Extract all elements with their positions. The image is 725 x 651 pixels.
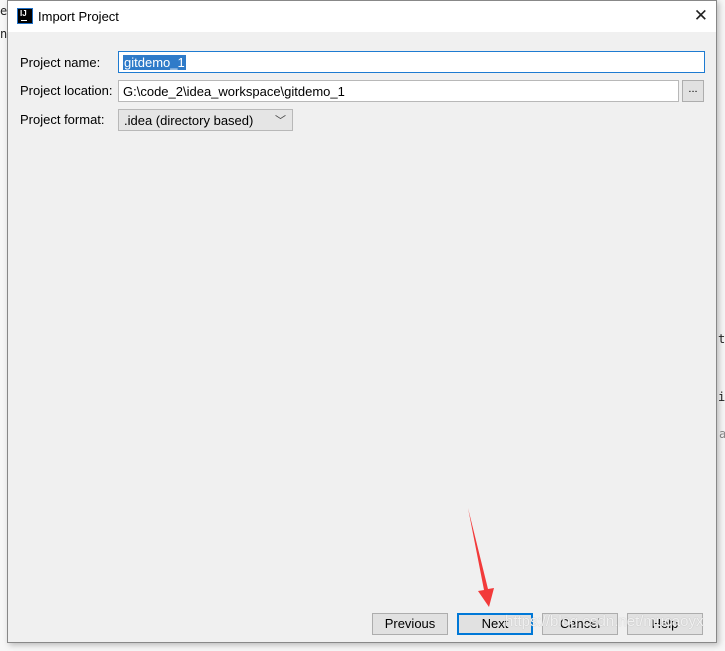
- project-name-value: gitdemo_1: [123, 55, 186, 70]
- dialog-title: Import Project: [38, 9, 119, 24]
- chevron-down-icon: ﹀: [275, 115, 286, 127]
- project-location-input[interactable]: G:\code_2\idea_workspace\gitdemo_1: [118, 80, 679, 102]
- help-button[interactable]: Help: [627, 613, 703, 635]
- background-text: a: [719, 427, 725, 441]
- project-name-label: Project name:: [20, 55, 101, 70]
- browse-button[interactable]: ...: [682, 80, 704, 102]
- background-text: tr: [718, 332, 725, 346]
- cancel-button[interactable]: Cancel: [542, 613, 618, 635]
- project-name-input[interactable]: gitdemo_1: [118, 51, 705, 73]
- project-format-select[interactable]: .idea (directory based) ﹀: [118, 109, 293, 131]
- project-format-label: Project format:: [20, 112, 105, 127]
- intellij-idea-icon: IJ: [17, 8, 33, 24]
- import-project-dialog: IJ Import Project ✕ Project name: gitdem…: [7, 0, 717, 643]
- project-format-value: .idea (directory based): [124, 113, 254, 128]
- close-icon[interactable]: ✕: [694, 6, 708, 26]
- next-button[interactable]: Next: [457, 613, 533, 635]
- project-location-label: Project location:: [20, 83, 113, 98]
- previous-button[interactable]: Previous: [372, 613, 448, 635]
- title-bar[interactable]: IJ Import Project ✕: [8, 1, 716, 32]
- background-text: ip: [718, 390, 725, 404]
